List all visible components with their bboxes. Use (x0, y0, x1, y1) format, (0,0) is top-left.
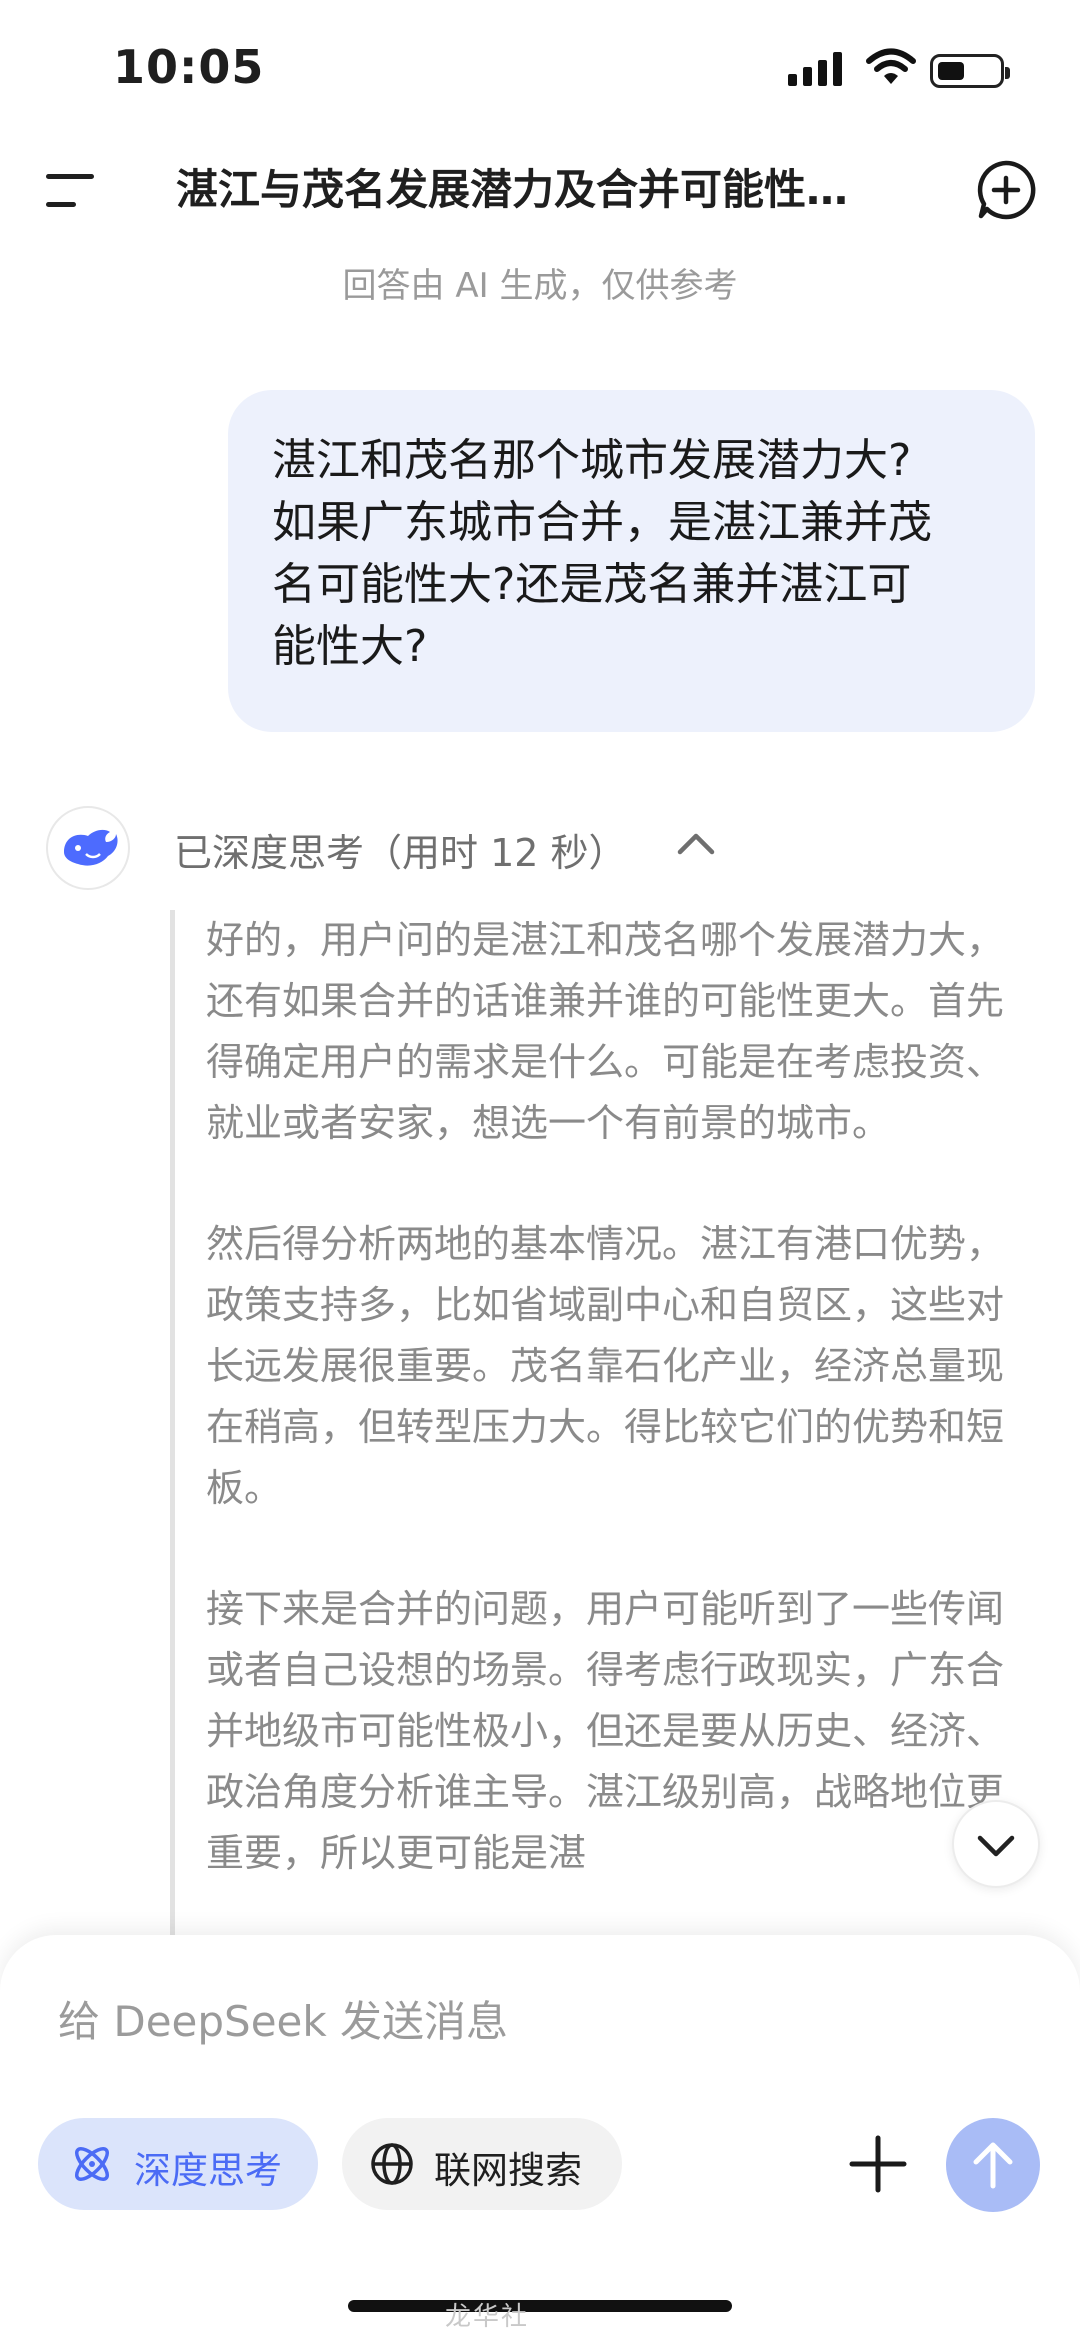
deep-think-toggle[interactable]: 深度思考 (38, 2118, 318, 2210)
ai-disclaimer: 回答由 AI 生成，仅供参考 (342, 266, 738, 306)
user-message-line: 湛江和茂名那个城市发展潜力大? (272, 435, 912, 486)
send-button[interactable] (946, 2118, 1040, 2212)
chevron-up-icon[interactable] (674, 828, 718, 858)
cellular-signal-icon (788, 52, 842, 86)
thinking-content: 好的，用户问的是湛江和茂名哪个发展潜力大，还有如果合并的话谁兼并谁的可能性更大。… (206, 910, 1016, 1940)
status-time: 10:05 (113, 40, 265, 94)
home-indicator[interactable] (348, 2300, 732, 2312)
deep-think-label: 深度思考 (134, 2149, 282, 2192)
atom-icon (75, 2147, 109, 2181)
battery-icon (930, 54, 1010, 88)
message-input[interactable]: 给 DeepSeek 发送消息 (58, 1988, 508, 2049)
new-chat-icon[interactable] (974, 158, 1038, 222)
menu-button[interactable] (40, 170, 100, 214)
thinking-paragraph: 接下来是合并的问题，用户可能听到了一些传闻或者自己设想的场景。得考虑行政现实，广… (206, 1587, 1005, 1875)
user-message-line: 能性大? (272, 621, 428, 672)
thinking-paragraph: 好的，用户问的是湛江和茂名哪个发展潜力大，还有如果合并的话谁兼并谁的可能性更大。… (206, 918, 1005, 1145)
chat-title: 湛江与茂名发展潜力及合并可能性… (176, 165, 849, 214)
add-attachment-icon[interactable] (848, 2134, 908, 2194)
globe-icon (371, 2143, 413, 2185)
user-message-line: 名可能性大?还是茂名兼并湛江可 (272, 559, 912, 610)
watermark: 龙华社 (445, 2302, 530, 2332)
web-search-toggle[interactable]: 联网搜索 (342, 2118, 622, 2210)
web-search-label: 联网搜索 (434, 2149, 582, 2192)
arrow-up-icon (973, 2142, 1013, 2189)
deepseek-avatar (46, 806, 130, 890)
thinking-paragraph: 然后得分析两地的基本情况。湛江有港口优势，政策支持多，比如省域副中心和自贸区，这… (206, 1222, 1005, 1510)
scroll-to-bottom-button[interactable] (952, 1800, 1040, 1888)
user-message-bubble[interactable]: 湛江和茂名那个城市发展潜力大? 如果广东城市合并，是湛江兼并茂 名可能性大?还是… (228, 390, 1035, 732)
thinking-divider (170, 910, 175, 1940)
user-message-line: 如果广东城市合并，是湛江兼并茂 (272, 497, 932, 548)
chevron-down-icon (977, 1835, 1015, 1857)
thinking-status-label[interactable]: 已深度思考（用时 12 秒） (174, 822, 627, 877)
whale-logo-icon (64, 829, 118, 866)
wifi-icon (866, 48, 916, 84)
